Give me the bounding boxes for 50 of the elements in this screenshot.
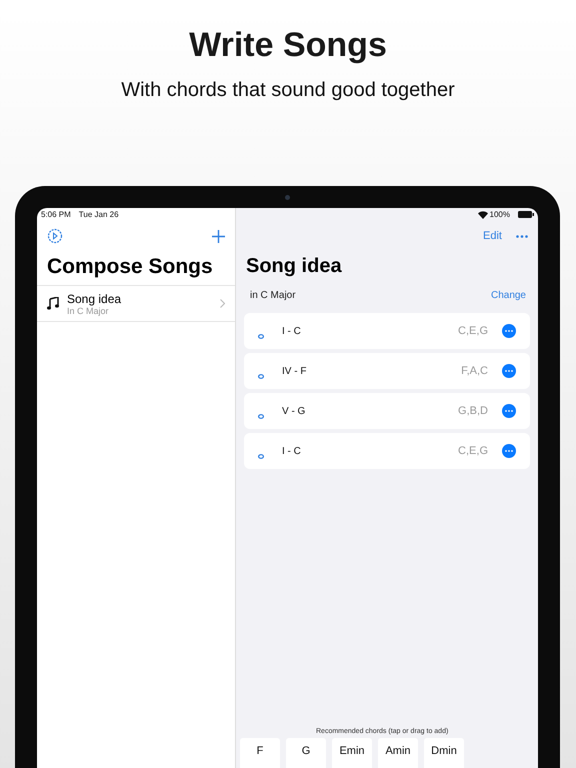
chord-row[interactable]: IV - F F,A,C bbox=[244, 353, 530, 389]
status-date: Tue Jan 26 bbox=[78, 210, 119, 219]
chord-notes: F,A,C bbox=[461, 365, 488, 377]
camera-icon bbox=[285, 195, 290, 200]
chord-notes: C,E,G bbox=[458, 445, 488, 457]
more-button[interactable] bbox=[502, 444, 516, 458]
chord-card[interactable]: F bbox=[240, 738, 280, 768]
wifi-icon bbox=[478, 210, 488, 218]
headline: Write Songs bbox=[189, 26, 387, 65]
chord-name: I - C bbox=[282, 326, 302, 336]
battery-percent: 100% bbox=[490, 210, 510, 219]
chord-card-name: Amin bbox=[385, 745, 411, 757]
chord-row[interactable]: I - C C,E,G bbox=[244, 313, 530, 349]
chord-card[interactable]: Dmin bbox=[424, 738, 464, 768]
more-icon[interactable] bbox=[516, 234, 528, 238]
more-button[interactable] bbox=[502, 364, 516, 378]
song-list-item[interactable]: Song idea In C Major bbox=[37, 285, 235, 322]
ring-icon bbox=[258, 454, 264, 458]
chord-notes: C,E,G bbox=[458, 325, 488, 337]
more-button[interactable] bbox=[502, 324, 516, 338]
music-note-icon bbox=[47, 297, 59, 310]
chevron-icon bbox=[220, 299, 225, 308]
song-title: Song idea bbox=[67, 292, 122, 306]
chord-card[interactable]: Amin bbox=[378, 738, 418, 768]
chord-row[interactable]: V - G G,B,D bbox=[244, 393, 530, 429]
chord-card-name: G bbox=[302, 745, 310, 757]
chord-name: V - G bbox=[282, 406, 306, 416]
change-link[interactable]: Change bbox=[490, 290, 526, 301]
chord-card-name: Emin bbox=[339, 745, 365, 757]
edit-link[interactable]: Edit bbox=[483, 230, 502, 242]
plus-icon[interactable] bbox=[212, 230, 225, 242]
chord-card-name: F bbox=[256, 745, 264, 757]
chord-card[interactable]: G bbox=[286, 738, 326, 768]
chord-card-name: Dmin bbox=[431, 745, 457, 757]
chord-name: I - C bbox=[282, 446, 302, 456]
subtitle: With chords that sound good together bbox=[121, 79, 455, 102]
ring-icon bbox=[258, 334, 264, 338]
ring-icon bbox=[258, 374, 264, 378]
ring-icon bbox=[258, 414, 264, 418]
chord-row[interactable]: I - C C,E,G bbox=[244, 433, 530, 469]
chord-name: IV - F bbox=[282, 366, 308, 376]
song-key: In C Major bbox=[67, 306, 212, 316]
battery-icon bbox=[518, 211, 534, 218]
chord-card[interactable]: Emin bbox=[332, 738, 372, 768]
sidebar-title: Compose Songs bbox=[46, 255, 214, 279]
more-button[interactable] bbox=[502, 404, 516, 418]
key-label: in C Major bbox=[250, 290, 296, 301]
chord-notes: G,B,D bbox=[458, 405, 488, 417]
status-time: 5:06 PM bbox=[41, 210, 71, 219]
song-heading: Song idea bbox=[245, 255, 343, 278]
